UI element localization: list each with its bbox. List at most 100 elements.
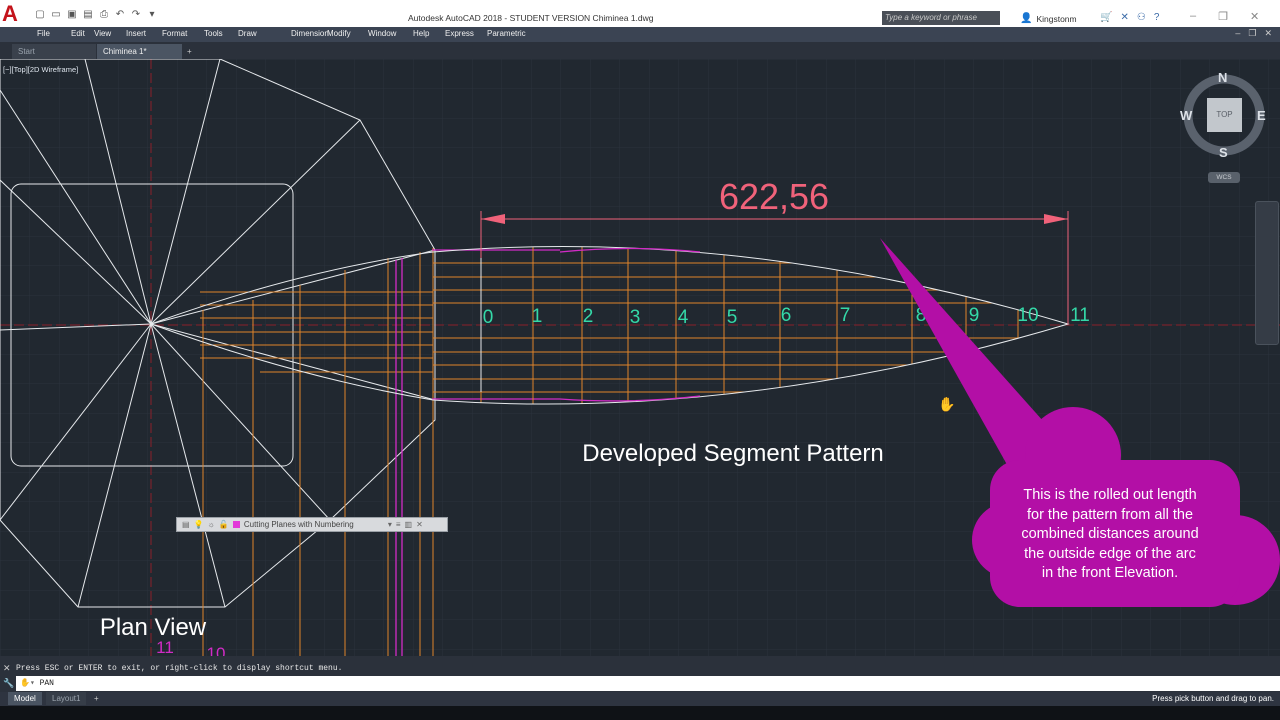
quick-access-toolbar: ▢ ▭ ▣ ▤ ⎙ ↶ ↷ ▾ <box>34 9 158 20</box>
callout-line: combined distances around <box>1021 526 1199 542</box>
pattern-number-4: 4 <box>678 307 689 328</box>
callout-line: the outside edge of the arc <box>1024 545 1196 562</box>
ucs-menu[interactable]: WCS <box>1208 172 1240 183</box>
minimize-icon[interactable]: – <box>1190 10 1196 23</box>
toolbar-close-icon[interactable]: ✕ <box>416 520 423 529</box>
pattern-number-2: 2 <box>583 306 594 327</box>
search-input[interactable]: Type a keyword or phrase <box>882 11 1000 25</box>
command-close-icon[interactable]: ✕ <box>3 663 11 674</box>
layer-freeze-icon[interactable]: ☼ <box>208 520 215 529</box>
layer-lock-icon[interactable]: 🔓 <box>219 520 229 529</box>
menu-item-insert[interactable]: Insert <box>126 29 146 38</box>
pan-cursor-icon: ✋ <box>938 396 955 412</box>
viewport-controls[interactable]: [−][Top][2D Wireframe] <box>3 65 78 74</box>
pattern-number-7: 7 <box>840 305 851 326</box>
user-name: Kingstonm <box>1036 13 1077 24</box>
pattern-number-3: 3 <box>630 307 641 328</box>
saveas-icon[interactable]: ▤ <box>82 9 94 20</box>
pattern-number-0: 0 <box>483 307 494 328</box>
command-customize-icon[interactable]: 🔧 <box>3 678 14 689</box>
plan-number-10: 10 <box>207 644 226 656</box>
menu-item-tools[interactable]: Tools <box>204 29 223 38</box>
drawing-restore-icon[interactable]: ❐ <box>1248 28 1256 39</box>
menu-item-dimension[interactable]: Dimension <box>291 29 329 38</box>
layer-color-swatch <box>232 521 240 528</box>
compass-north[interactable]: N <box>1218 70 1227 85</box>
tab-layout1[interactable]: Layout1 <box>46 692 87 705</box>
add-layout-button[interactable]: + <box>88 692 105 705</box>
menu-item-express[interactable]: Express <box>445 29 474 38</box>
cart-icon[interactable]: 🛒 <box>1100 12 1112 23</box>
menu-item-view[interactable]: View <box>94 29 111 38</box>
plan-view-title: Plan View <box>100 614 207 641</box>
layer-state-icon[interactable]: ≡ <box>396 520 401 529</box>
menu-item-modify[interactable]: Modify <box>327 29 351 38</box>
layer-properties-icon[interactable]: ▤ <box>182 520 190 529</box>
navigation-bar[interactable] <box>1255 201 1279 345</box>
status-prompt: Press pick button and drag to pan. <box>1152 694 1274 703</box>
network-icon[interactable]: ⚇ <box>1137 12 1146 23</box>
viewcube[interactable]: N S E W TOP WCS <box>1180 70 1270 186</box>
callout-text: This is the rolled out length for the pa… <box>1003 486 1217 584</box>
title-bar: A ▢ ▭ ▣ ▤ ⎙ ↶ ↷ ▾ Autodesk AutoCAD 2018 … <box>0 0 1280 28</box>
callout-line: This is the rolled out length <box>1023 487 1197 503</box>
taskbar-strip <box>0 706 1280 720</box>
callout-line: for the pattern from all the <box>1026 506 1194 523</box>
layer-dropdown-icon[interactable]: ▾ <box>388 520 392 529</box>
layer-toolbar[interactable]: ▤ 💡 ☼ 🔓 Cutting Planes with Numbering ▾ … <box>176 517 448 532</box>
plan-number-11: 11 <box>156 638 174 656</box>
layer-match-icon[interactable]: ▥ <box>405 520 413 529</box>
pattern-number-1: 1 <box>532 306 543 327</box>
restore-icon[interactable]: ❐ <box>1218 10 1228 23</box>
pattern-title: Developed Segment Pattern <box>582 440 884 467</box>
compass-east[interactable]: E <box>1257 108 1266 123</box>
command-history: Press ESC or ENTER to exit, or right-cli… <box>16 664 343 673</box>
compass-south[interactable]: S <box>1219 145 1228 160</box>
menu-item-edit[interactable]: Edit <box>71 29 85 38</box>
status-bar: Model Layout1 + Press pick button and dr… <box>0 692 1280 706</box>
pattern-number-5: 5 <box>727 307 738 328</box>
menu-item-draw[interactable]: Draw <box>238 29 257 38</box>
plot-icon[interactable]: ⎙ <box>98 9 110 20</box>
pan-command-icon: ✋▾ <box>20 679 40 688</box>
file-tabs: Start Chiminea 1* + <box>0 42 1280 59</box>
user-icon: 👤 <box>1020 13 1033 24</box>
menu-item-format[interactable]: Format <box>162 29 187 38</box>
close-icon[interactable]: ✕ <box>1250 10 1259 23</box>
drawing-close-icon[interactable]: ✕ <box>1264 28 1272 39</box>
menu-item-file[interactable]: File <box>37 29 50 38</box>
pattern-number-6: 6 <box>781 305 792 326</box>
menu-item-help[interactable]: Help <box>413 29 429 38</box>
layer-name[interactable]: Cutting Planes with Numbering <box>244 520 384 529</box>
pattern-number-10: 10 <box>1017 305 1038 326</box>
open-icon[interactable]: ▭ <box>50 9 62 20</box>
drawing-minimize-icon[interactable]: – <box>1235 28 1240 39</box>
menu-item-window[interactable]: Window <box>368 29 396 38</box>
command-input[interactable]: ✋▾ PAN <box>16 676 1280 691</box>
workspace-icon[interactable]: ▾ <box>146 9 158 20</box>
layer-on-icon[interactable]: 💡 <box>194 520 204 529</box>
infocenter-icons: 🛒 ✕ ⚇ ? <box>1100 12 1159 23</box>
compass-west[interactable]: W <box>1180 108 1192 123</box>
tab-start[interactable]: Start <box>12 44 96 59</box>
new-tab-button[interactable]: + <box>184 44 198 59</box>
menu-bar: File Edit View Insert Format Tools Draw Dimensi… <box>0 27 1280 42</box>
pattern-number-11: 11 <box>1070 305 1090 326</box>
pattern-number-9: 9 <box>969 305 980 326</box>
menu-item-parametric[interactable]: Parametric <box>487 29 526 38</box>
undo-icon[interactable]: ↶ <box>114 9 126 20</box>
save-icon[interactable]: ▣ <box>66 9 78 20</box>
window-controls: – ❐ ✕ <box>1190 10 1259 23</box>
redo-icon[interactable]: ↷ <box>130 9 142 20</box>
command-current: PAN <box>39 679 54 688</box>
new-icon[interactable]: ▢ <box>34 9 46 20</box>
tab-chiminea[interactable]: Chiminea 1* <box>97 44 182 59</box>
autocad-logo[interactable]: A <box>2 2 26 26</box>
drawing-window-controls: – ❐ ✕ <box>1235 28 1272 39</box>
user-account[interactable]: 👤 Kingstonm <box>1020 13 1077 24</box>
viewcube-top-face[interactable]: TOP <box>1207 98 1242 132</box>
exchange-icon[interactable]: ✕ <box>1120 12 1128 23</box>
help-icon[interactable]: ? <box>1154 12 1160 23</box>
callout-line: in the front Elevation. <box>1041 565 1179 581</box>
tab-model[interactable]: Model <box>8 692 42 705</box>
